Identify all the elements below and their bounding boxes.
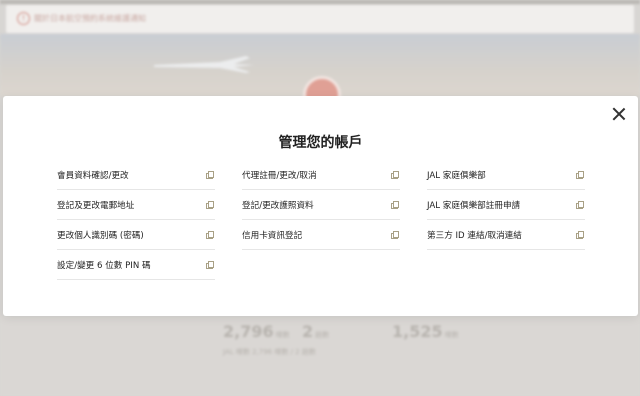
link-member-info[interactable]: 會員資料確認/更改 [57,160,215,190]
link-label: 登記及更改電郵地址 [57,200,135,211]
background-top-bar [0,0,640,4]
link-family-club[interactable]: JAL 家庭俱樂部 [427,160,585,190]
link-change-password[interactable]: 更改個人識別碼 (密碼) [57,220,215,250]
external-link-icon [576,201,584,209]
external-link-icon [206,201,214,209]
link-passport-info[interactable]: 登記/更改護照資料 [242,190,400,220]
external-link-icon [391,171,399,179]
link-proxy-registration[interactable]: 代理註冊/更改/取消 [242,160,400,190]
link-label: 代理註冊/更改/取消 [242,170,317,181]
link-label: JAL 家庭俱樂部註冊申請 [427,200,521,211]
external-link-icon [391,201,399,209]
close-button[interactable] [612,107,626,121]
link-email-registration[interactable]: 登記及更改電郵地址 [57,190,215,220]
link-credit-card[interactable]: 信用卡資訊登記 [242,220,400,250]
external-link-icon [206,171,214,179]
points-stat: 1,525 哩數 [392,322,459,341]
link-label: 第三方 ID 連結/取消連結 [427,230,522,241]
points-unit: 哩數 [444,331,459,339]
link-column-2: 代理註冊/更改/取消 登記/更改護照資料 信用卡資訊登記 [242,160,400,250]
link-third-party-id[interactable]: 第三方 ID 連結/取消連結 [427,220,585,250]
flights-stat: 2 趟數 [302,322,329,341]
airplane-icon [154,56,254,73]
maintenance-notice-text: 關於日本航空預約系統維護通知 [34,14,146,23]
link-label: 會員資料確認/更改 [57,170,129,181]
miles-stat: 2,796 哩數 [223,322,290,341]
modal-title: 管理您的帳戶 [278,135,363,151]
maintenance-notice-bar: ! 關於日本航空預約系統維護通知 [6,5,634,33]
external-link-icon [391,231,399,239]
link-label: 更改個人識別碼 (密碼) [57,230,144,241]
flights-value: 2 [302,322,314,341]
mileage-detail-line: JAL 哩數 2,796 哩數 / 2 趟數 [223,348,316,356]
external-link-icon [576,231,584,239]
miles-value: 2,796 [223,322,274,341]
link-family-club-signup[interactable]: JAL 家庭俱樂部註冊申請 [427,190,585,220]
link-label: 設定/變更 6 位數 PIN 碼 [57,260,151,271]
miles-unit: 哩數 [275,331,290,339]
link-column-3: JAL 家庭俱樂部 JAL 家庭俱樂部註冊申請 第三方 ID 連結/取消連結 [427,160,585,250]
manage-account-modal: 管理您的帳戶 會員資料確認/更改 登記及更改電郵地址 更改個人識別碼 (密碼) … [3,96,638,316]
link-column-1: 會員資料確認/更改 登記及更改電郵地址 更改個人識別碼 (密碼) 設定/變更 6… [57,160,215,280]
link-label: JAL 家庭俱樂部 [427,170,486,181]
link-pin-setup[interactable]: 設定/變更 6 位數 PIN 碼 [57,250,215,280]
points-value: 1,525 [392,322,443,341]
info-icon: ! [17,12,30,25]
external-link-icon [206,231,214,239]
external-link-icon [206,261,214,269]
external-link-icon [576,171,584,179]
link-label: 信用卡資訊登記 [242,230,303,241]
link-label: 登記/更改護照資料 [242,200,314,211]
flights-unit: 趟數 [315,331,330,339]
